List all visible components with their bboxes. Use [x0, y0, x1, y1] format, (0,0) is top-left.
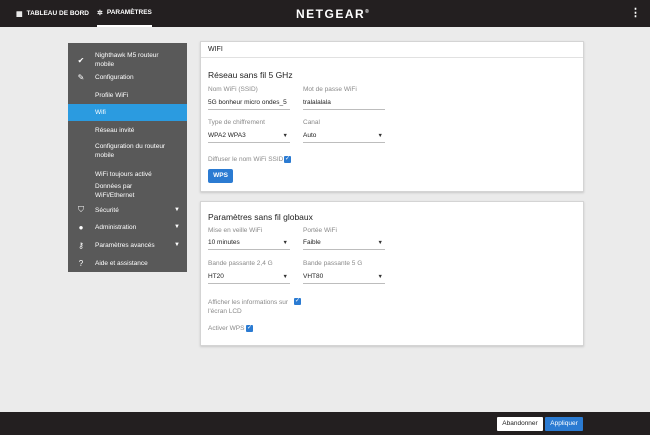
chevron-down-icon: ▼: [282, 274, 288, 280]
tab-settings-label: PARAMÈTRES: [106, 9, 152, 16]
dashboard-icon: ▦: [16, 10, 23, 18]
shield-icon: ⛉: [78, 205, 84, 214]
range-select[interactable]: Faible ▼: [303, 239, 385, 250]
ssid-input[interactable]: 5G bonheur micro ondes_5: [208, 99, 290, 110]
wps-enable-label: Activer WPS: [208, 325, 245, 332]
footer-bar: Abandonner Appliquer: [0, 412, 650, 435]
chevron-down-icon: ▼: [377, 133, 383, 139]
card-header: WIFI: [201, 42, 583, 58]
check-circle-icon: ✔: [77, 55, 85, 65]
sidebar-item-router-config[interactable]: Configuration du routeur mobile: [68, 140, 187, 162]
ssid-label: Nom WiFi (SSID): [208, 86, 258, 93]
channel-label: Canal: [303, 119, 320, 126]
sidebar-item-wifi-always-on[interactable]: WiFi toujours activé: [68, 167, 187, 181]
section-title: Paramètres sans fil globaux: [208, 212, 313, 222]
cancel-button[interactable]: Abandonner: [497, 417, 543, 431]
gear-icon: ✲: [97, 9, 103, 17]
encryption-select[interactable]: WPA2 WPA3 ▼: [208, 132, 290, 143]
standby-select[interactable]: 10 minutes ▼: [208, 239, 290, 250]
bandwidth-5-select[interactable]: VHT80 ▼: [303, 273, 385, 284]
encryption-label: Type de chiffrement: [208, 119, 265, 126]
sidebar-item-wifi[interactable]: Wifi: [68, 104, 187, 121]
chevron-down-icon: ▼: [174, 224, 180, 230]
global-wireless-card: Paramètres sans fil globaux Mise en veil…: [200, 201, 584, 346]
sidebar-item-data-wifi-ethernet[interactable]: Données par WiFi/Ethernet: [68, 183, 187, 199]
password-label: Mot de passe WiFi: [303, 86, 357, 93]
sidebar-item-help[interactable]: ? Aide et assistance: [68, 256, 187, 270]
chevron-down-icon: ▼: [174, 242, 180, 248]
chevron-down-icon: ▼: [282, 133, 288, 139]
bandwidth-24-select[interactable]: HT20 ▼: [208, 273, 290, 284]
help-icon: ?: [78, 258, 84, 268]
tab-dashboard[interactable]: ▦ TABLEAU DE BORD: [16, 0, 89, 27]
sidebar-item-guest-network[interactable]: Réseau invité: [68, 123, 187, 137]
sidebar-item-profile-wifi[interactable]: Profile WiFi: [68, 88, 187, 102]
sidebar: ✔ Nighthawk M5 routeur mobile ✎ Configur…: [68, 43, 187, 272]
key-icon: ⚷: [78, 240, 84, 250]
wps-enable-checkbox[interactable]: ✓: [246, 325, 253, 332]
broadcast-ssid-label: Diffuser le nom WiFi SSID: [208, 156, 284, 163]
broadcast-ssid-checkbox[interactable]: ✓: [284, 156, 291, 163]
bandwidth-24-label: Bande passante 2,4 G: [208, 260, 273, 267]
sidebar-item-nighthawk[interactable]: ✔ Nighthawk M5 routeur mobile: [68, 52, 187, 68]
lcd-info-checkbox[interactable]: ✓: [294, 298, 301, 305]
range-label: Portée WiFi: [303, 227, 337, 234]
bandwidth-5-label: Bande passante 5 G: [303, 260, 363, 267]
sidebar-item-advanced[interactable]: ⚷ Paramètres avancés ▼: [68, 238, 187, 252]
standby-label: Mise en veille WiFi: [208, 227, 263, 234]
wrench-icon: ✎: [77, 72, 85, 82]
top-bar: ▦ TABLEAU DE BORD ✲ PARAMÈTRES NETGEAR® …: [0, 0, 650, 27]
wps-button[interactable]: WPS: [208, 169, 233, 183]
tab-dashboard-label: TABLEAU DE BORD: [26, 10, 89, 17]
chevron-down-icon: ▼: [282, 240, 288, 246]
sidebar-item-administration[interactable]: ● Administration ▼: [68, 220, 187, 234]
password-input[interactable]: tralalalala: [303, 99, 385, 110]
sidebar-item-configuration[interactable]: ✎ Configuration: [68, 70, 187, 84]
chevron-down-icon: ▼: [377, 240, 383, 246]
apply-button[interactable]: Appliquer: [545, 417, 583, 431]
section-title: Réseau sans fil 5 GHz: [208, 70, 293, 80]
lcd-info-label: Afficher les informations sur l'écran LC…: [208, 299, 289, 315]
sidebar-item-security[interactable]: ⛉ Sécurité ▼: [68, 203, 187, 217]
wifi-card: WIFI Réseau sans fil 5 GHz Nom WiFi (SSI…: [200, 41, 584, 192]
more-options-icon[interactable]: ⋮: [630, 6, 641, 21]
netgear-logo: NETGEAR®: [296, 7, 371, 21]
chevron-down-icon: ▼: [377, 274, 383, 280]
chevron-down-icon: ▼: [174, 207, 180, 213]
channel-select[interactable]: Auto ▼: [303, 132, 385, 143]
user-icon: ●: [78, 222, 84, 232]
tab-settings[interactable]: ✲ PARAMÈTRES: [97, 0, 152, 27]
